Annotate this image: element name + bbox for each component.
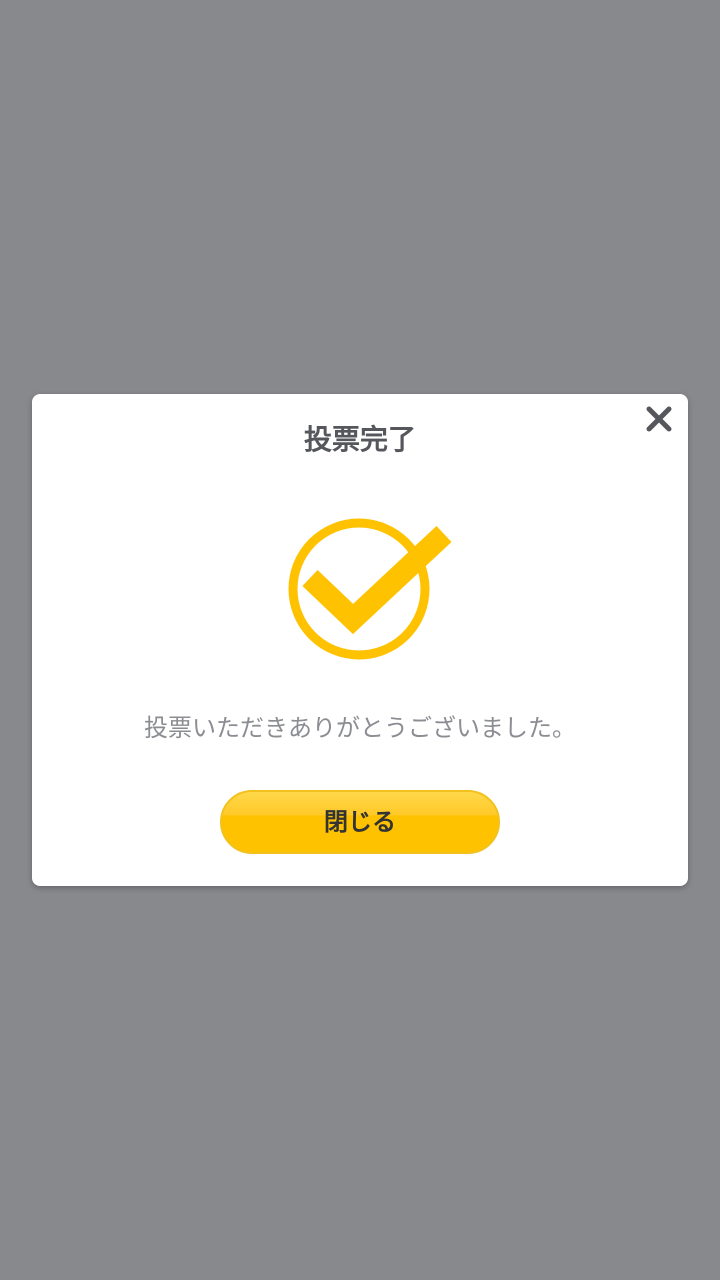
check-circle-icon xyxy=(282,516,462,676)
close-icon[interactable] xyxy=(644,404,674,434)
close-button[interactable]: 閉じる xyxy=(220,790,500,854)
dialog-title: 投票完了 xyxy=(303,423,416,456)
thank-you-message: 投票いただきありがとうございました。 xyxy=(144,714,576,742)
vote-complete-dialog: 投票完了 投票いただきありがとうございました。 閉じる xyxy=(32,394,688,886)
